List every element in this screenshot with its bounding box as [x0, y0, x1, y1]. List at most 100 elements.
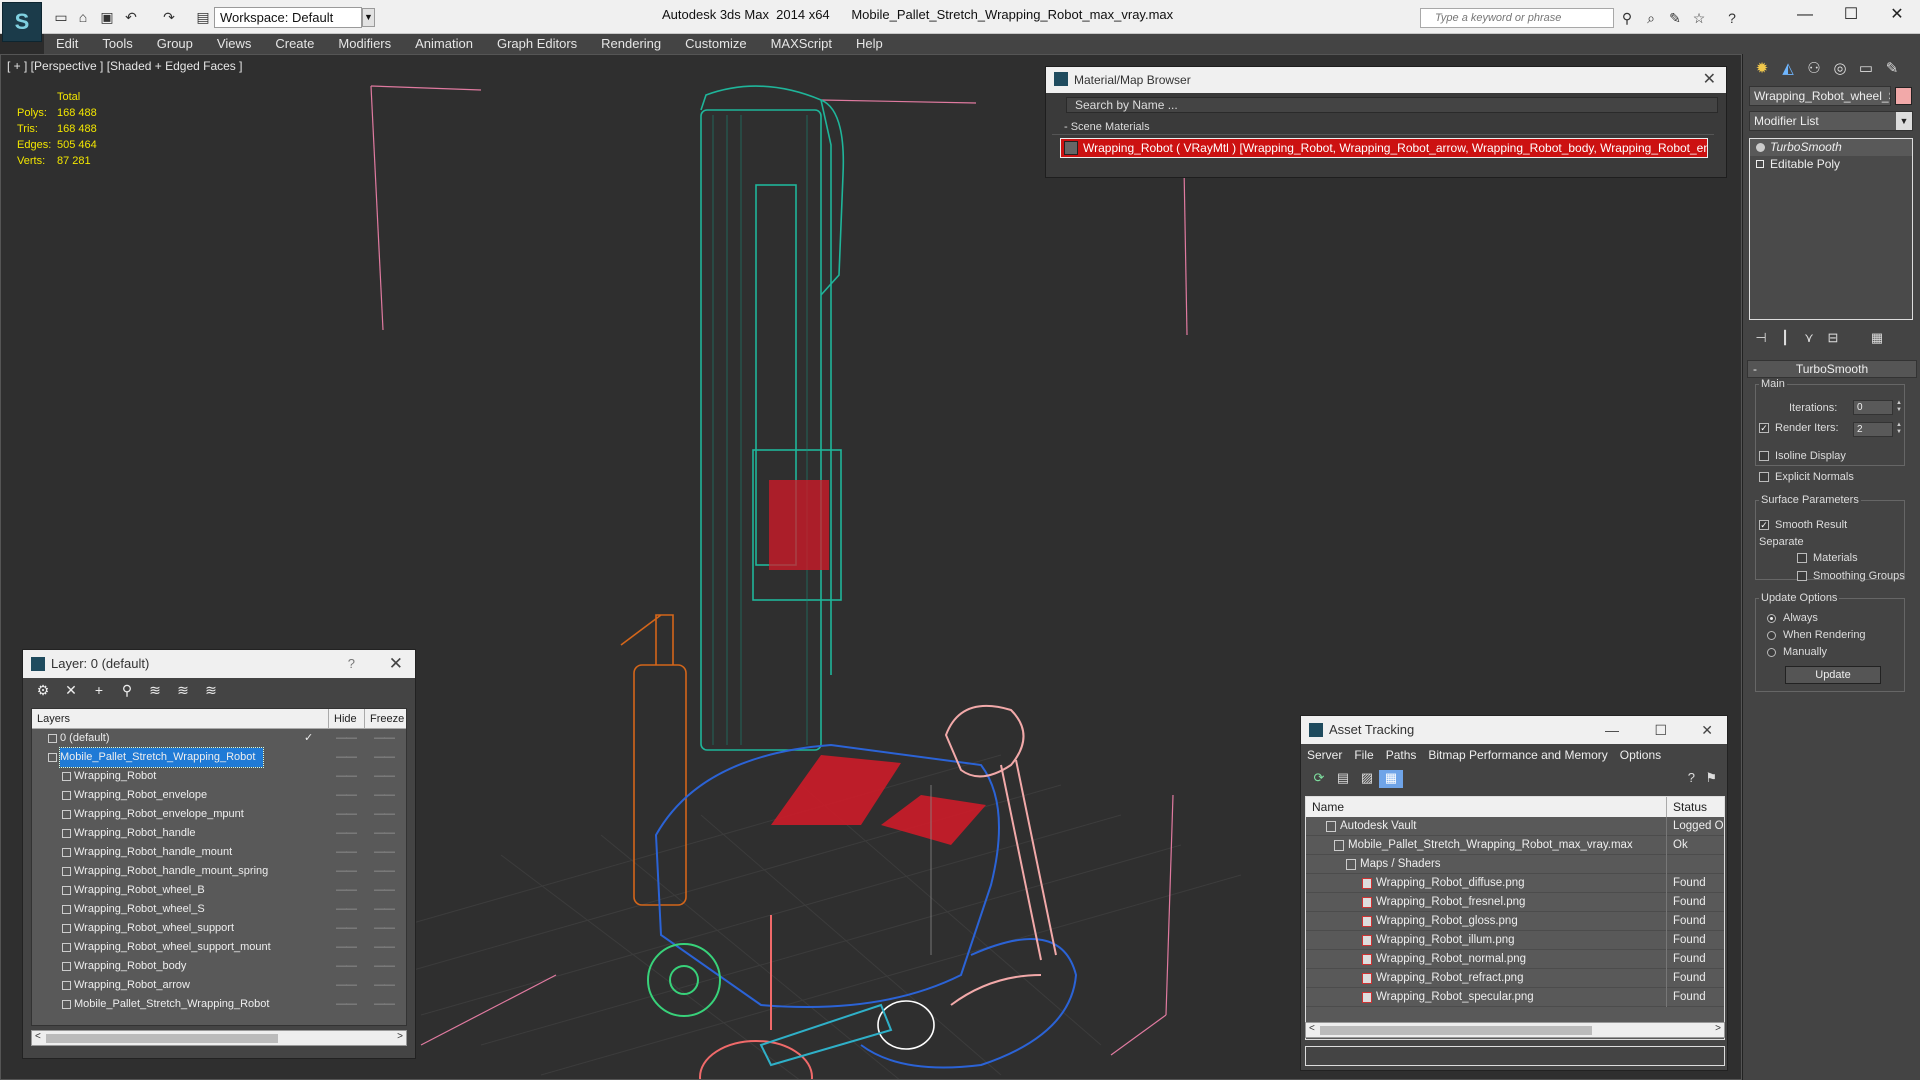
expand-plus-icon[interactable] — [1756, 160, 1764, 168]
col-freeze[interactable]: Freeze — [364, 709, 404, 729]
hide-toggle[interactable]: —— — [336, 938, 357, 957]
hide-toggle[interactable]: —— — [336, 900, 357, 919]
hide-toggle[interactable]: —— — [336, 824, 357, 843]
viewport-label[interactable]: [ + ] [Perspective ] [Shaded + Edged Fac… — [7, 59, 242, 73]
layer-row[interactable]: Wrapping_Robot_wheel_S —— —— — [32, 900, 406, 919]
asset-row[interactable]: Wrapping_Robot_illum.png Found — [1306, 931, 1724, 950]
pin-icon[interactable]: ⚑ — [1705, 770, 1717, 786]
layer-row[interactable]: Wrapping_Robot_wheel_support —— —— — [32, 919, 406, 938]
hide-toggle[interactable]: —— — [336, 729, 357, 748]
asset-row[interactable]: Wrapping_Robot_refract.png Found — [1306, 969, 1724, 988]
asset-row[interactable]: Mobile_Pallet_Stretch_Wrapping_Robot_max… — [1306, 836, 1724, 855]
freeze-all-layers-icon[interactable]: ≋ — [197, 682, 225, 699]
pin-stack-icon[interactable]: ⊣ — [1749, 330, 1773, 346]
hide-toggle[interactable]: —— — [336, 919, 357, 938]
hide-toggle[interactable]: —— — [336, 976, 357, 995]
rollout-title[interactable]: - TurboSmooth — [1747, 360, 1917, 378]
layer-name[interactable]: Wrapping_Robot_body — [74, 957, 186, 976]
menu-server[interactable]: Server — [1307, 744, 1342, 766]
project-folder-icon[interactable]: ▤ — [194, 8, 212, 26]
communication-center-icon[interactable]: ✎ — [1666, 9, 1684, 27]
layer-name[interactable]: Wrapping_Robot_wheel_support — [74, 919, 234, 938]
menu-customize[interactable]: Customize — [673, 34, 758, 54]
layer-name[interactable]: Mobile_Pallet_Stretch_Wrapping_Robot — [74, 995, 269, 1014]
scroll-right-icon[interactable]: > — [1715, 1023, 1721, 1034]
isoline-display-checkbox[interactable] — [1759, 451, 1769, 461]
menu-rendering[interactable]: Rendering — [589, 34, 673, 54]
list-view-icon[interactable]: ▤ — [1331, 770, 1355, 788]
close-icon[interactable]: ✕ — [389, 650, 403, 678]
update-when-rendering-radio[interactable] — [1767, 631, 1776, 640]
hide-toggle[interactable]: —— — [336, 805, 357, 824]
lightbulb-icon[interactable] — [1756, 143, 1765, 152]
stack-item-editable-poly[interactable]: Editable Poly — [1750, 156, 1912, 173]
chevron-down-icon[interactable]: ▼ — [1896, 112, 1912, 130]
minimize-button[interactable]: — — [1605, 716, 1619, 744]
scroll-left-icon[interactable]: < — [1309, 1023, 1315, 1034]
layer-name[interactable]: Wrapping_Robot_wheel_S — [74, 900, 205, 919]
freeze-toggle[interactable]: —— — [374, 862, 395, 881]
freeze-toggle[interactable]: —— — [374, 786, 395, 805]
undo-icon[interactable]: ↶ — [122, 8, 140, 26]
material-list-item[interactable]: Wrapping_Robot ( VRayMtl ) [Wrapping_Rob… — [1060, 138, 1708, 158]
refresh-icon[interactable]: ⟳ — [1307, 770, 1331, 788]
thumbnail-view-icon[interactable]: ▨ — [1355, 770, 1379, 788]
horizontal-scrollbar[interactable]: < > — [31, 1030, 407, 1046]
asset-row[interactable]: Wrapping_Robot_gloss.png Found — [1306, 912, 1724, 931]
configure-modifier-sets-icon[interactable]: ▦ — [1865, 330, 1889, 346]
help-icon[interactable]: ? — [1688, 770, 1695, 785]
binoculars-icon[interactable]: ⚲ — [1618, 9, 1636, 27]
highlight-layer-icon[interactable]: ≋ — [141, 682, 169, 699]
maximize-button[interactable]: ☐ — [1654, 716, 1667, 744]
menu-tools[interactable]: Tools — [90, 34, 144, 54]
layer-row[interactable]: 0 (default) ✓ —— —— — [32, 729, 406, 748]
layer-row[interactable]: Wrapping_Robot_arrow —— —— — [32, 976, 406, 995]
utilities-tab-icon[interactable]: ✎ — [1881, 58, 1903, 80]
layer-name[interactable]: Wrapping_Robot_wheel_support_mount — [74, 938, 271, 957]
layer-row[interactable]: Wrapping_Robot_envelope_mpunt —— —— — [32, 805, 406, 824]
asset-row[interactable]: Wrapping_Robot_normal.png Found — [1306, 950, 1724, 969]
scroll-right-icon[interactable]: > — [397, 1031, 403, 1042]
hide-toggle[interactable]: —— — [336, 995, 357, 1014]
freeze-toggle[interactable]: —— — [374, 957, 395, 976]
menu-file[interactable]: File — [1354, 744, 1373, 766]
select-objects-icon[interactable]: ⚲ — [113, 682, 141, 699]
menu-create[interactable]: Create — [263, 34, 326, 54]
layer-row[interactable]: Wrapping_Robot_envelope —— —— — [32, 786, 406, 805]
layer-name[interactable]: Wrapping_Robot_envelope_mpunt — [74, 805, 244, 824]
remove-modifier-icon[interactable]: ⊟ — [1821, 330, 1845, 346]
layer-row[interactable]: Mobile_Pallet_Stretch_Wrapping_Robot —— —— — [32, 995, 406, 1014]
redo-icon[interactable]: ↷ — [160, 8, 178, 26]
search-icon[interactable]: ⌕ — [1642, 9, 1660, 27]
layer-name[interactable]: 0 (default) — [60, 729, 110, 748]
layer-row[interactable]: Wrapping_Robot_wheel_support_mount —— —— — [32, 938, 406, 957]
col-layers[interactable]: Layers — [37, 709, 70, 729]
search-by-name-input[interactable]: Search by Name ... — [1066, 97, 1718, 113]
hierarchy-tab-icon[interactable]: ⚇ — [1803, 58, 1825, 80]
new-file-icon[interactable]: ▭ — [52, 8, 70, 26]
delete-layer-icon[interactable]: ✕ — [57, 682, 85, 699]
stack-item-turbosmooth[interactable]: TurboSmooth — [1750, 139, 1912, 156]
col-hide[interactable]: Hide — [328, 709, 364, 729]
menu-edit[interactable]: Edit — [44, 34, 90, 54]
layer-name[interactable]: Wrapping_Robot_arrow — [74, 976, 190, 995]
hide-toggle[interactable]: —— — [336, 748, 357, 767]
table-view-icon[interactable]: ▦ — [1379, 770, 1403, 788]
create-tab-icon[interactable]: ✹ — [1751, 58, 1773, 80]
hide-toggle[interactable]: —— — [336, 881, 357, 900]
col-status[interactable]: Status — [1666, 797, 1724, 817]
freeze-toggle[interactable]: —— — [374, 729, 395, 748]
layer-row[interactable]: Wrapping_Robot_body —— —— — [32, 957, 406, 976]
add-to-layer-icon[interactable]: + — [85, 682, 113, 698]
update-manually-radio[interactable] — [1767, 648, 1776, 657]
layer-name[interactable]: Mobile_Pallet_Stretch_Wrapping_Robot — [58, 747, 265, 768]
favorites-star-icon[interactable]: ☆ — [1690, 9, 1708, 27]
modifier-list-dropdown[interactable]: Modifier List ▼ — [1749, 111, 1913, 131]
scrollbar-thumb[interactable] — [46, 1034, 278, 1043]
freeze-toggle[interactable]: —— — [374, 976, 395, 995]
close-button[interactable]: ✕ — [1701, 716, 1713, 744]
freeze-toggle[interactable]: —— — [374, 938, 395, 957]
show-end-result-icon[interactable]: ┃ — [1773, 330, 1797, 346]
hide-toggle[interactable]: —— — [336, 862, 357, 881]
hide-toggle[interactable]: —— — [336, 843, 357, 862]
